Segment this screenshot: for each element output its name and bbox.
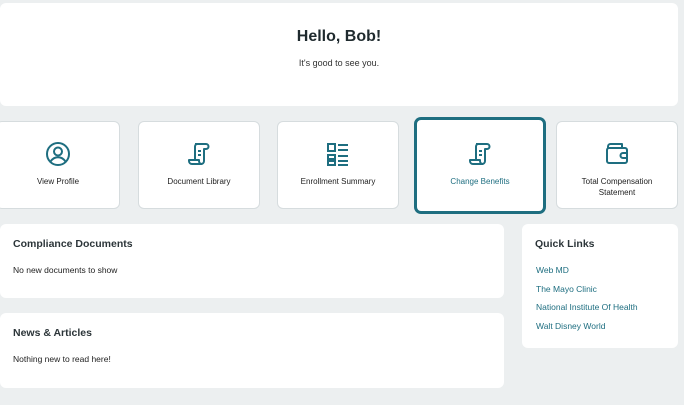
scroll-icon: [185, 140, 213, 168]
card-title: Compliance Documents: [13, 238, 133, 250]
tile-label: Change Benefits: [450, 177, 510, 186]
enrollment-summary-tile[interactable]: Enrollment Summary: [277, 121, 399, 209]
user-circle-icon: [44, 140, 72, 168]
quick-link-disney-world[interactable]: Walt Disney World: [536, 321, 638, 331]
news-articles-card: News & Articles Nothing new to read here…: [0, 313, 504, 388]
card-title: News & Articles: [13, 327, 92, 339]
document-library-tile[interactable]: Document Library: [138, 121, 260, 209]
card-title: Quick Links: [535, 238, 595, 250]
tile-label: View Profile: [36, 177, 80, 186]
quick-link-webmd[interactable]: Web MD: [536, 265, 638, 275]
scroll-icon: [466, 140, 494, 168]
quick-link-mayo-clinic[interactable]: The Mayo Clinic: [536, 284, 638, 294]
total-compensation-tile[interactable]: Total Compensation Statement: [556, 121, 678, 209]
empty-message: No new documents to show: [13, 265, 118, 275]
empty-message: Nothing new to read here!: [13, 354, 111, 364]
quick-links-list: Web MD The Mayo Clinic National Institut…: [536, 265, 638, 339]
tile-label: Document Library: [167, 177, 231, 186]
list-icon: [324, 140, 352, 168]
change-benefits-tile[interactable]: Change Benefits: [415, 118, 545, 213]
welcome-banner: Hello, Bob! It's good to see you.: [0, 3, 678, 106]
compliance-documents-card: Compliance Documents No new documents to…: [0, 224, 504, 298]
view-profile-tile[interactable]: View Profile: [0, 121, 120, 209]
tile-label: Enrollment Summary: [300, 177, 376, 186]
quick-link-nih[interactable]: National Institute Of Health: [536, 302, 638, 312]
wallet-icon: [603, 140, 631, 168]
greeting-subtitle: It's good to see you.: [298, 58, 380, 68]
tile-label: Total Compensation Statement: [581, 177, 653, 197]
greeting-heading: Hello, Bob!: [296, 28, 382, 45]
